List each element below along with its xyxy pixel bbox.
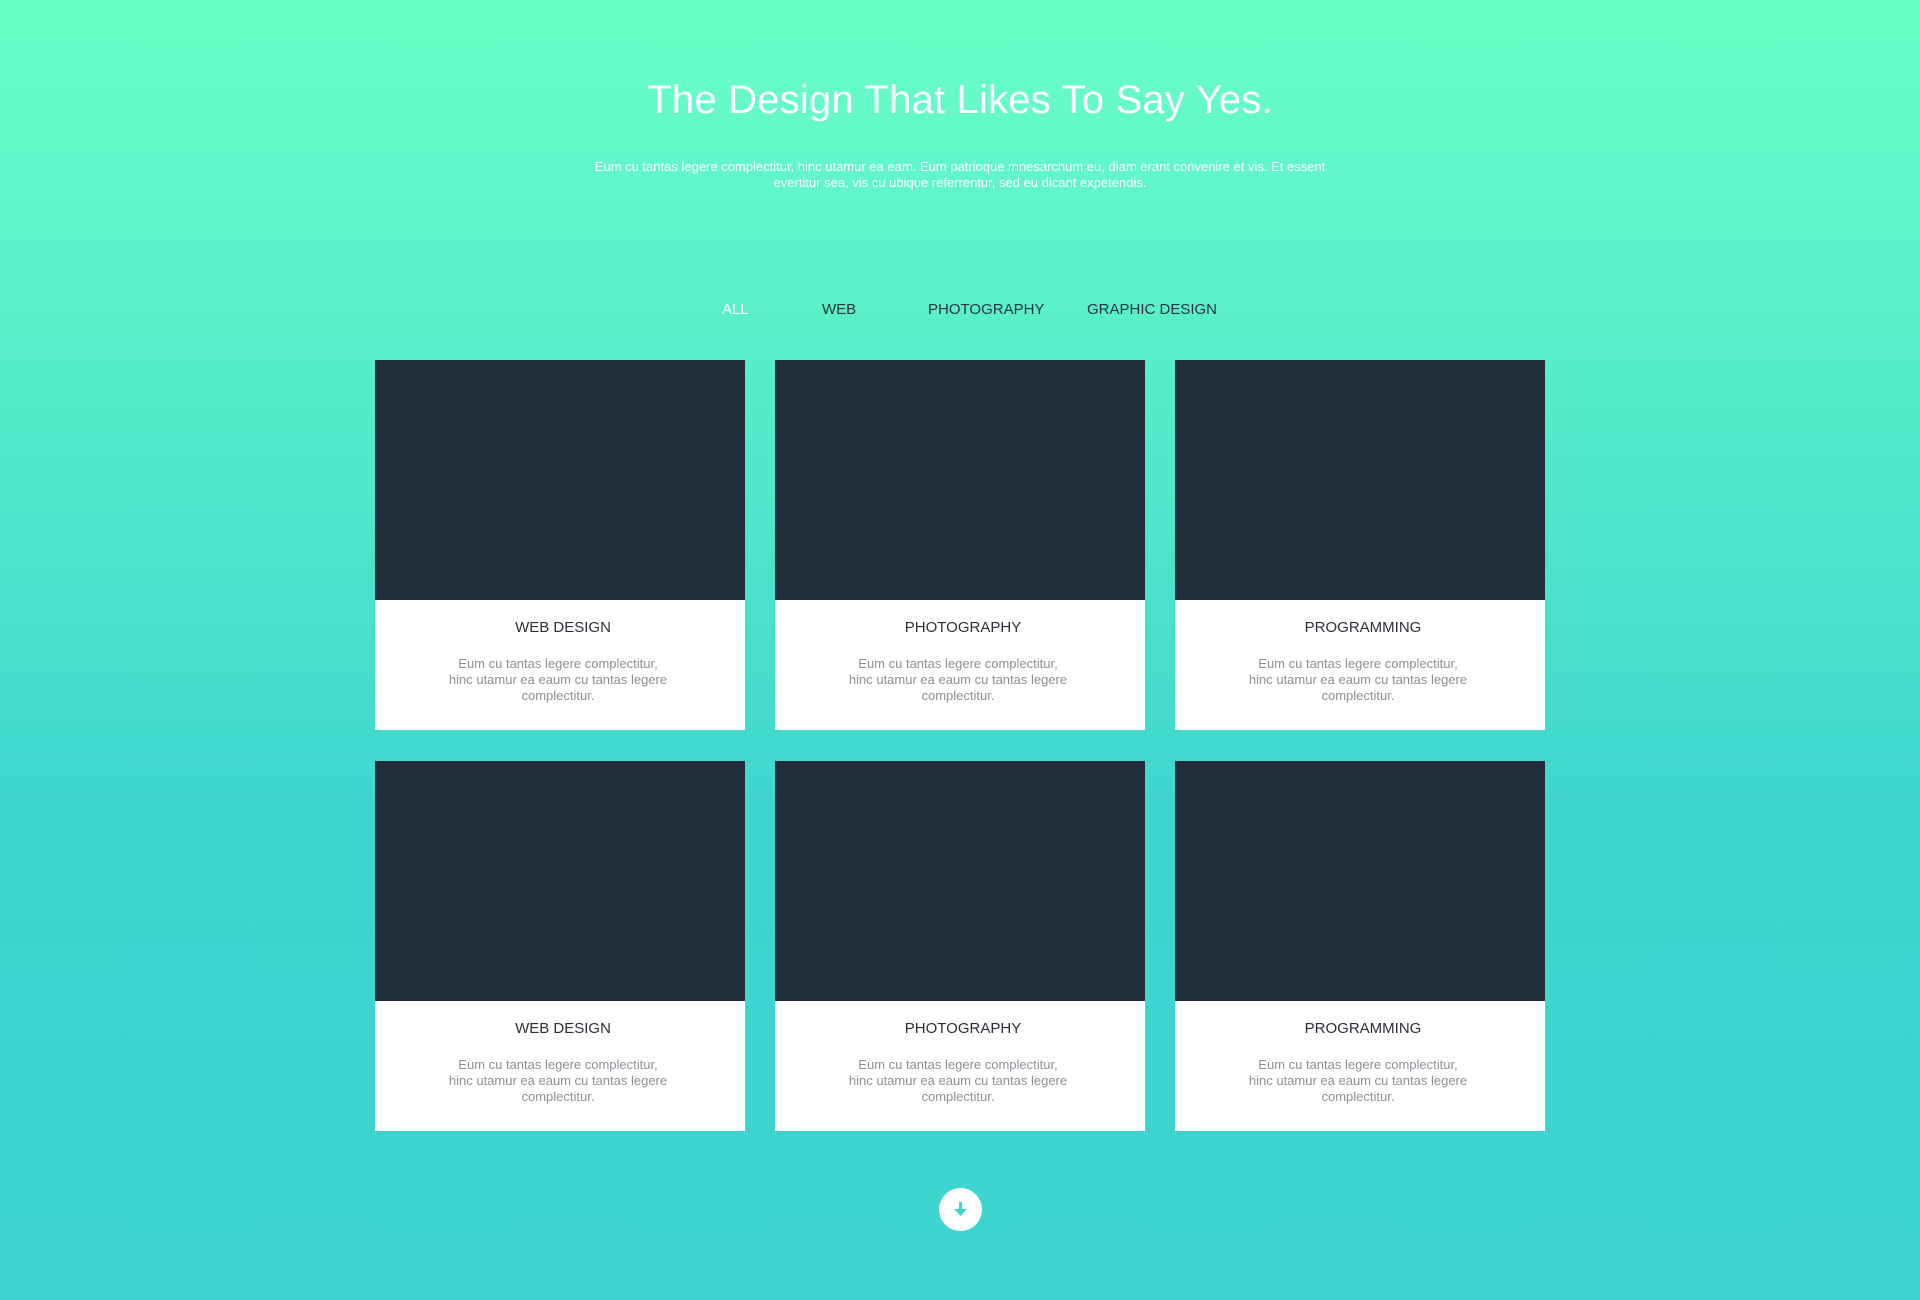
card-title: PROGRAMMING xyxy=(1304,1020,1422,1037)
card-image[interactable] xyxy=(1175,761,1545,1001)
portfolio-card[interactable]: PHOTOGRAPHY Eum cu tantas legere complec… xyxy=(775,360,1145,730)
portfolio-filter-nav: ALL WEB PHOTOGRAPHY GRAPHIC DESIGN xyxy=(0,301,1920,325)
portfolio-card[interactable]: PROGRAMMING Eum cu tantas legere complec… xyxy=(1175,360,1545,730)
card-description: Eum cu tantas legere complectitur, hinc … xyxy=(848,1057,1068,1104)
filter-photography[interactable]: PHOTOGRAPHY xyxy=(928,301,1044,318)
hero-description: Eum cu tantas legere complectitur, hinc … xyxy=(594,159,1326,190)
card-title: PROGRAMMING xyxy=(1304,619,1422,636)
scroll-down-button[interactable] xyxy=(939,1188,982,1231)
filter-all[interactable]: ALL xyxy=(722,301,749,318)
card-title: PHOTOGRAPHY xyxy=(904,619,1022,636)
card-description: Eum cu tantas legere complectitur, hinc … xyxy=(448,656,668,703)
portfolio-card[interactable]: PROGRAMMING Eum cu tantas legere complec… xyxy=(1175,761,1545,1131)
card-description: Eum cu tantas legere complectitur, hinc … xyxy=(1248,656,1468,703)
card-description: Eum cu tantas legere complectitur, hinc … xyxy=(448,1057,668,1104)
card-image[interactable] xyxy=(775,761,1145,1001)
page-title: The Design That Likes To Say Yes. xyxy=(647,78,1273,122)
card-image[interactable] xyxy=(1175,360,1545,600)
card-description: Eum cu tantas legere complectitur, hinc … xyxy=(848,656,1068,703)
card-description: Eum cu tantas legere complectitur, hinc … xyxy=(1248,1057,1468,1104)
portfolio-card[interactable]: PHOTOGRAPHY Eum cu tantas legere complec… xyxy=(775,761,1145,1131)
card-title: PHOTOGRAPHY xyxy=(904,1020,1022,1037)
portfolio-card[interactable]: WEB DESIGN Eum cu tantas legere complect… xyxy=(375,761,745,1131)
portfolio-card[interactable]: WEB DESIGN Eum cu tantas legere complect… xyxy=(375,360,745,730)
card-image[interactable] xyxy=(375,761,745,1001)
card-title: WEB DESIGN xyxy=(515,1020,611,1037)
card-image[interactable] xyxy=(375,360,745,600)
arrow-down-icon xyxy=(954,1202,967,1216)
filter-web[interactable]: WEB xyxy=(822,301,856,318)
card-title: WEB DESIGN xyxy=(515,619,611,636)
card-image[interactable] xyxy=(775,360,1145,600)
filter-graphic-design[interactable]: GRAPHIC DESIGN xyxy=(1087,301,1217,318)
